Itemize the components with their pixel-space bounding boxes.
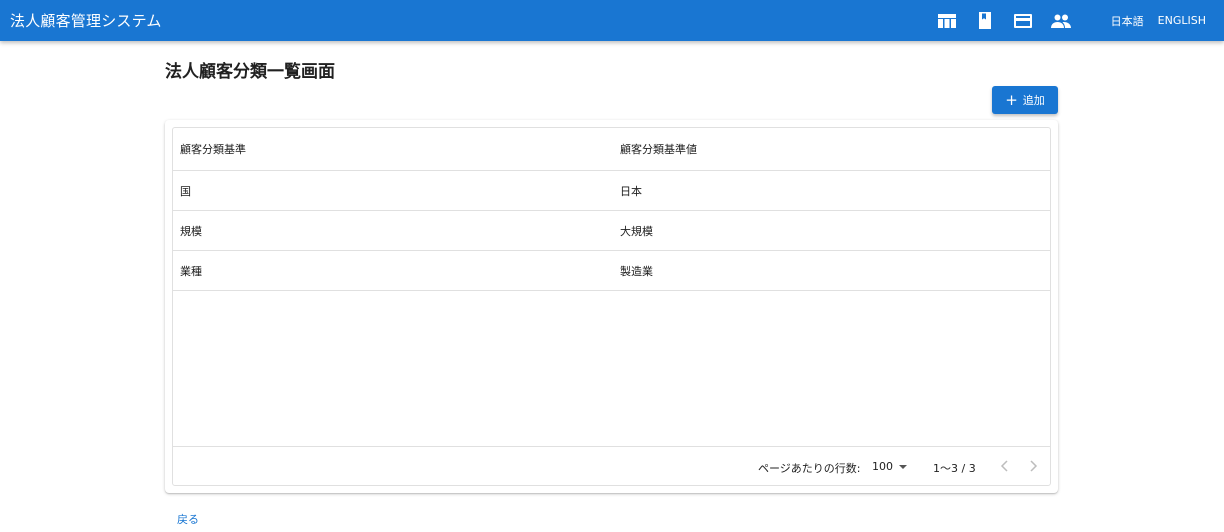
rows-per-page-value: 100 [872,460,893,473]
rows-per-page-select[interactable]: 100 [872,460,907,473]
cell-criterion: 規模 [180,224,202,238]
data-grid-card: 顧客分類基準 顧客分類基準値 国 日本 規模 大規模 業種 製造業 ページあたり… [165,120,1058,493]
chevron-right-icon [1030,460,1038,472]
caret-down-icon [899,464,907,469]
cell-criterion: 国 [180,184,191,198]
column-header-criterion[interactable]: 顧客分類基準 [180,141,246,157]
rows-per-page-label: ページあたりの行数: [758,462,861,475]
table-row[interactable]: 業種 製造業 [173,251,1050,291]
app-bar: 法人顧客管理システム 日本語 ENGLISH [0,0,1224,41]
appbar-icons [937,11,1071,31]
cell-value: 大規模 [620,224,653,238]
lang-ja-button[interactable]: 日本語 [1111,13,1144,29]
add-button-label: 追加 [1022,94,1045,107]
lang-en-button[interactable]: ENGLISH [1158,14,1206,27]
data-grid: 顧客分類基準 顧客分類基準値 国 日本 規模 大規模 業種 製造業 ページあたり… [172,127,1051,486]
pagination-range: 1〜3 / 3 [933,462,976,475]
table-header: 顧客分類基準 顧客分類基準値 [173,128,1050,171]
book-icon[interactable] [975,11,995,31]
chevron-left-icon [1000,460,1008,472]
cell-criterion: 業種 [180,264,202,278]
previous-page-button[interactable] [994,456,1014,476]
people-icon[interactable] [1050,11,1071,31]
back-link[interactable]: 戻る [177,511,199,527]
page-title: 法人顧客分類一覧画面 [165,62,335,82]
app-title[interactable]: 法人顧客管理システム [10,10,937,31]
table-icon[interactable] [937,11,957,31]
card-icon[interactable] [1013,11,1033,31]
add-button[interactable]: + 追加 [992,86,1058,114]
next-page-button[interactable] [1024,456,1044,476]
cell-value: 製造業 [620,264,653,278]
table-row[interactable]: 国 日本 [173,171,1050,211]
column-header-value[interactable]: 顧客分類基準値 [620,141,697,157]
pagination-footer: ページあたりの行数: 100 1〜3 / 3 [173,446,1050,486]
cell-value: 日本 [620,184,642,198]
table-row[interactable]: 規模 大規模 [173,211,1050,251]
plus-icon: + [1005,90,1018,109]
